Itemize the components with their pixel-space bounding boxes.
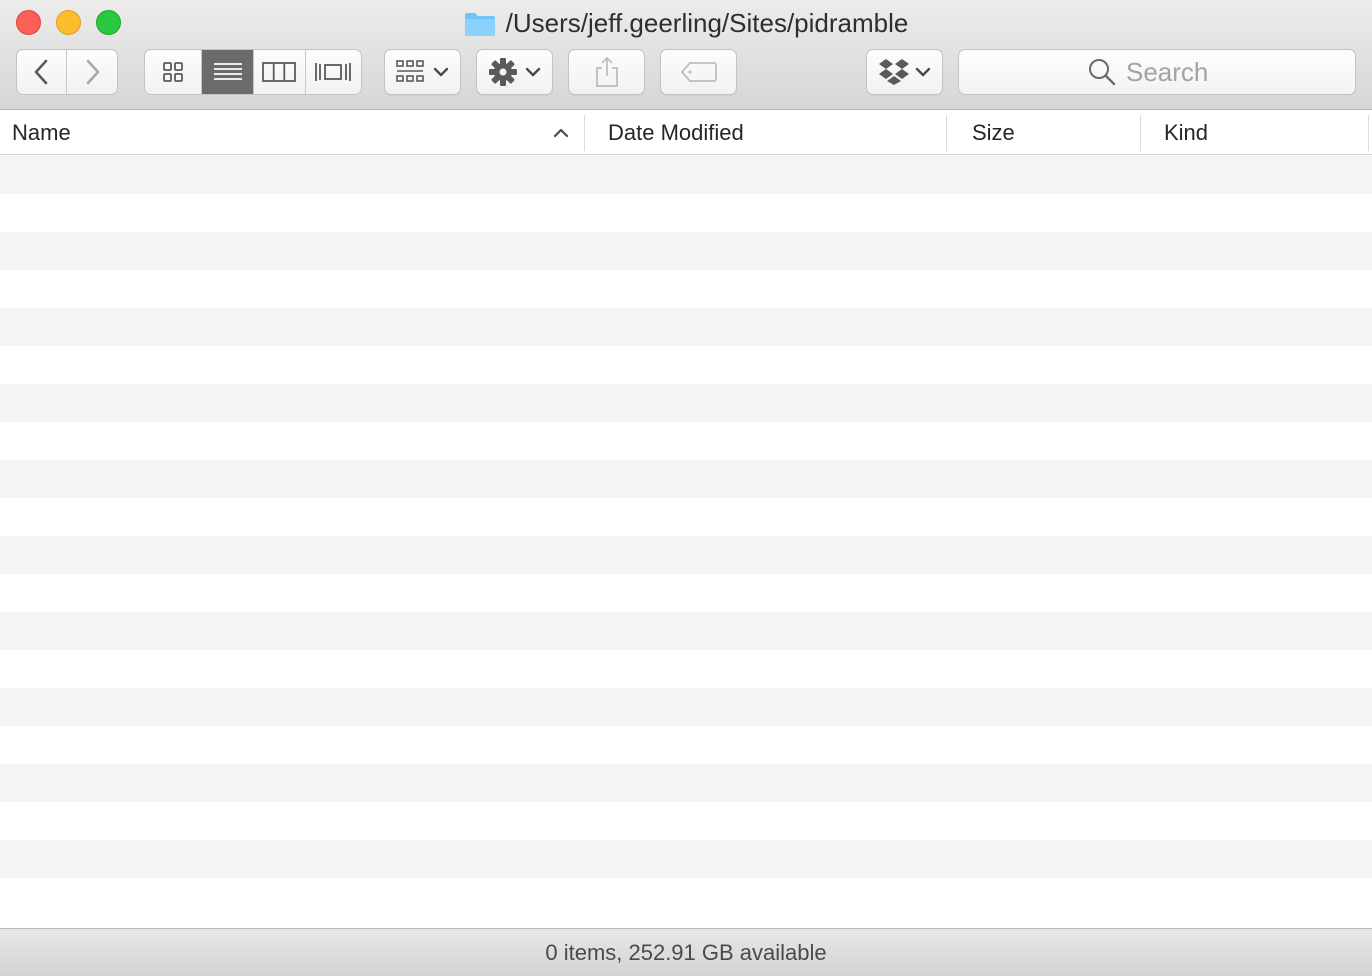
column-view-button[interactable]: [254, 50, 306, 94]
column-view-icon: [262, 62, 297, 82]
view-mode-group: [144, 49, 362, 95]
window-title: /Users/jeff.geerling/Sites/pidramble: [0, 6, 1372, 40]
arrange-grid-icon: [395, 60, 424, 82]
list-stripe: [0, 460, 1372, 498]
column-divider[interactable]: [1368, 115, 1369, 151]
column-header-kind[interactable]: Kind: [1164, 111, 1364, 155]
list-stripe: [0, 612, 1372, 650]
list-stripe: [0, 536, 1372, 574]
chevron-right-icon: [86, 59, 100, 85]
dropbox-button[interactable]: [866, 49, 943, 95]
share-icon: [595, 56, 618, 87]
column-header-kind-label: Kind: [1164, 120, 1209, 145]
column-header-date-modified[interactable]: Date Modified: [608, 111, 938, 155]
column-header-name-label: Name: [12, 120, 71, 145]
forward-button[interactable]: [67, 50, 117, 94]
window-title-text: /Users/jeff.geerling/Sites/pidramble: [505, 7, 909, 38]
back-forward-group: [16, 49, 118, 95]
back-button[interactable]: [17, 50, 68, 94]
cover-flow-button[interactable]: [306, 50, 361, 94]
share-button[interactable]: [568, 49, 645, 95]
list-stripe: [0, 688, 1372, 726]
arrange-button[interactable]: [384, 49, 461, 95]
finder-window: /Users/jeff.geerling/Sites/pidramble Sea…: [0, 0, 1372, 976]
list-stripe: [0, 384, 1372, 422]
list-stripe: [0, 308, 1372, 346]
search-input[interactable]: [1126, 56, 1226, 88]
search-icon: [1089, 59, 1116, 86]
chevron-down-icon: [915, 67, 930, 77]
folder-icon: [464, 11, 496, 36]
status-text: 0 items, 252.91 GB available: [545, 939, 827, 965]
column-divider[interactable]: [946, 115, 947, 151]
dropbox-icon: [878, 59, 909, 85]
column-header-name[interactable]: Name: [12, 111, 582, 155]
list-stripe: [0, 156, 1372, 194]
icon-view-icon: [163, 62, 184, 82]
column-header-size[interactable]: Size: [972, 111, 1132, 155]
column-header-size-label: Size: [972, 120, 1015, 145]
list-view-icon: [213, 63, 242, 80]
icon-view-button[interactable]: [145, 50, 203, 94]
list-stripe: [0, 840, 1372, 878]
column-header-date-label: Date Modified: [608, 120, 744, 145]
title-bar: /Users/jeff.geerling/Sites/pidramble: [0, 0, 1372, 110]
status-bar: 0 items, 252.91 GB available: [0, 928, 1372, 976]
chevron-down-icon: [525, 67, 540, 77]
file-list[interactable]: [0, 156, 1372, 928]
list-view-button[interactable]: [202, 50, 254, 94]
search-field[interactable]: [958, 49, 1356, 95]
column-header-bar: Name Date Modified Size Kind: [0, 111, 1372, 155]
list-stripe: [0, 764, 1372, 802]
list-stripe: [0, 232, 1372, 270]
column-divider[interactable]: [1140, 115, 1141, 151]
tag-icon: [680, 62, 717, 82]
gear-icon: [488, 58, 517, 86]
tag-button[interactable]: [660, 49, 737, 95]
cover-flow-icon: [315, 63, 352, 81]
column-divider[interactable]: [584, 115, 585, 151]
action-button[interactable]: [476, 49, 553, 95]
sort-ascending-icon: [553, 128, 569, 138]
chevron-down-icon: [433, 67, 448, 77]
chevron-left-icon: [34, 59, 47, 85]
